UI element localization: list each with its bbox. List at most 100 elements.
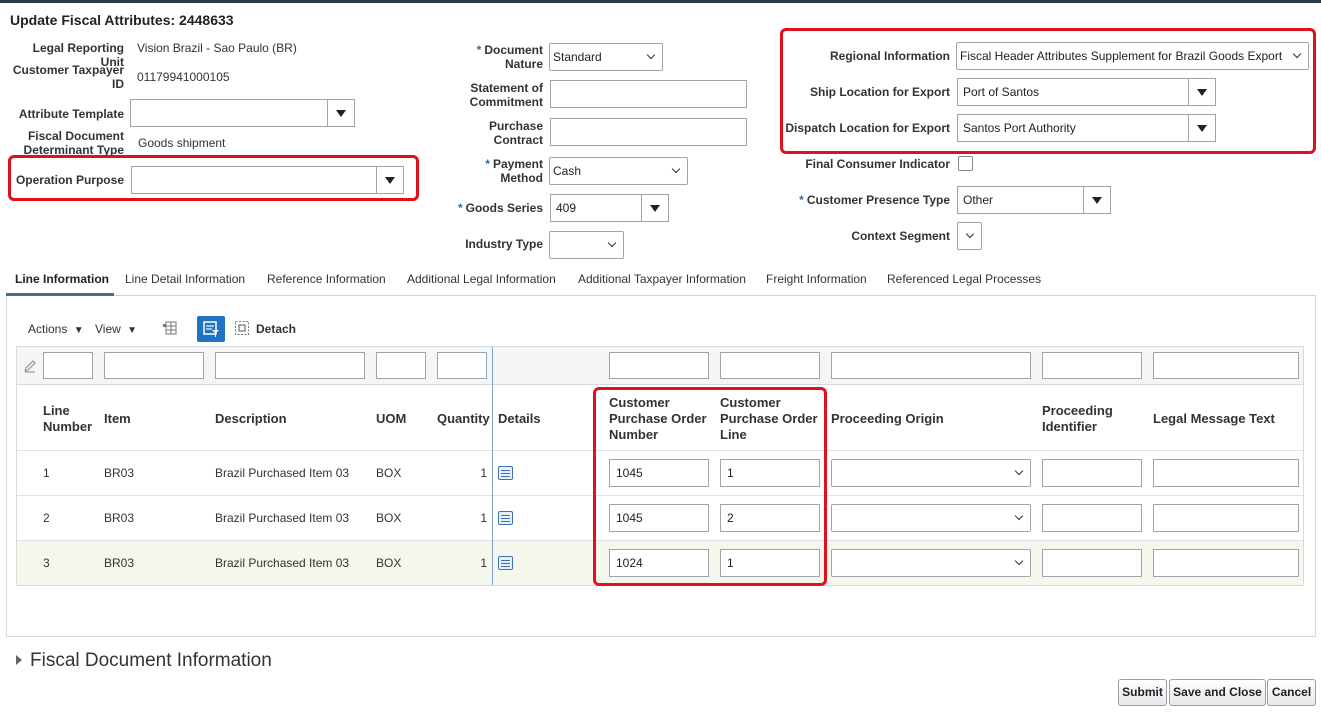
tab-additional-legal-information[interactable]: Additional Legal Information [407,272,556,286]
legal-message-text-input[interactable] [1153,504,1299,532]
submit-button[interactable]: Submit [1118,679,1167,706]
chevron-down-icon: ▼ [73,325,84,336]
customer-presence-type-select[interactable]: Other [957,186,1111,214]
context-segment-label: Context Segment [851,229,950,243]
dropdown-arrow-icon[interactable] [376,167,403,193]
filter-proceeding-identifier[interactable] [1042,352,1142,379]
customer-presence-type-label: * Customer Presence Type [799,193,950,207]
tab-reference-information[interactable]: Reference Information [267,272,386,286]
dropdown-arrow-icon[interactable] [1188,115,1215,141]
statement-of-commitment-input[interactable] [550,80,747,108]
cell-uom: BOX [376,466,402,480]
proceeding-origin-select[interactable] [831,504,1031,532]
filter-description[interactable] [215,352,365,379]
dropdown-arrow-icon[interactable] [641,195,668,221]
filter-cpo-number[interactable] [609,352,709,379]
cpo-number-input[interactable]: 1024 [609,549,709,577]
column-header-quantity[interactable]: Quantity [437,411,490,427]
column-header-description[interactable]: Description [215,411,287,427]
attribute-template-label: Attribute Template [18,107,124,121]
goods-series-label: * Goods Series [457,201,543,215]
cpo-number-input[interactable]: 1045 [609,504,709,532]
filter-line-number[interactable] [43,352,93,379]
filter-quantity[interactable] [437,352,487,379]
table-footer-divider [17,585,1303,586]
statement-of-commitment-label: Statement of Commitment [469,81,543,109]
filter-legal-message-text[interactable] [1153,352,1299,379]
actions-menu[interactable]: Actions ▼ [28,322,84,336]
proceeding-origin-select[interactable] [831,549,1031,577]
proceeding-origin-select[interactable] [831,459,1031,487]
detach-icon[interactable] [234,320,250,336]
detach-button[interactable]: Detach [256,322,296,336]
column-header-proceeding-identifier[interactable]: Proceeding Identifier [1042,403,1113,435]
save-and-close-button[interactable]: Save and Close [1169,679,1266,706]
filter-cpo-line[interactable] [720,352,820,379]
dropdown-arrow-icon[interactable] [1188,79,1215,105]
purchase-contract-label: Purchase Contract [488,119,543,147]
tab-additional-taxpayer-information[interactable]: Additional Taxpayer Information [578,272,746,286]
tab-referenced-legal-processes[interactable]: Referenced Legal Processes [887,272,1041,286]
column-header-legal-message-text[interactable]: Legal Message Text [1153,411,1275,427]
ship-location-select[interactable]: Port of Santos [957,78,1216,106]
tab-line-detail-information[interactable]: Line Detail Information [125,272,245,286]
fiscal-document-information-header[interactable]: Fiscal Document Information [30,650,272,672]
cancel-button[interactable]: Cancel [1267,679,1316,706]
tab-line-information[interactable]: Line Information [15,272,109,286]
legal-message-text-input[interactable] [1153,549,1299,577]
filter-icon [203,321,219,337]
details-icon[interactable] [498,556,513,570]
column-header-uom[interactable]: UOM [376,411,406,427]
context-segment-select[interactable] [957,222,982,250]
legal-message-text-input[interactable] [1153,459,1299,487]
payment-method-select[interactable]: Cash [549,157,688,185]
cpo-number-input[interactable]: 1045 [609,459,709,487]
freeze-columns-icon[interactable] [162,320,178,336]
filter-item[interactable] [104,352,204,379]
column-header-details[interactable]: Details [498,411,541,427]
dropdown-arrow-icon[interactable] [327,100,354,126]
chevron-down-icon [1014,511,1024,521]
cell-description: Brazil Purchased Item 03 [215,511,350,525]
dispatch-location-select[interactable]: Santos Port Authority [957,114,1216,142]
proceeding-identifier-input[interactable] [1042,504,1142,532]
frozen-column-divider [492,347,493,585]
regional-information-select[interactable]: Fiscal Header Attributes Supplement for … [956,42,1309,70]
details-icon[interactable] [498,511,513,525]
query-by-example-button[interactable] [197,316,225,342]
chevron-down-icon [607,238,617,248]
dropdown-arrow-icon[interactable] [1083,187,1110,213]
column-header-proceeding-origin[interactable]: Proceeding Origin [831,411,944,427]
industry-type-select[interactable] [549,231,624,259]
details-icon[interactable] [498,466,513,480]
column-header-cpo-number[interactable]: Customer Purchase Order Number [609,395,707,443]
cpo-line-input[interactable]: 1 [720,459,820,487]
column-header-cpo-line[interactable]: Customer Purchase Order Line [720,395,818,443]
cell-line-number: 1 [43,466,50,480]
operation-purpose-select[interactable] [131,166,404,194]
proceeding-identifier-input[interactable] [1042,549,1142,577]
tab-freight-information[interactable]: Freight Information [766,272,867,286]
view-menu[interactable]: View ▼ [95,322,137,336]
chevron-down-icon [671,164,681,174]
filter-uom[interactable] [376,352,426,379]
fiscal-document-determinant-type-value: Goods shipment [138,136,226,150]
proceeding-identifier-input[interactable] [1042,459,1142,487]
goods-series-select[interactable]: 409 [550,194,669,222]
cell-quantity: 1 [480,511,487,525]
column-header-item[interactable]: Item [104,411,131,427]
cell-line-number: 2 [43,511,50,525]
customer-taxpayer-id-label: Customer Taxpayer ID [12,63,124,91]
cpo-line-input[interactable]: 1 [720,549,820,577]
column-header-line-number[interactable]: Line Number [43,403,92,435]
document-nature-select[interactable]: Standard [549,43,663,71]
chevron-down-icon [965,229,975,239]
payment-method-label: * Payment Method [485,157,543,185]
final-consumer-indicator-checkbox[interactable] [958,156,973,171]
filter-proceeding-origin[interactable] [831,352,1031,379]
cell-description: Brazil Purchased Item 03 [215,556,350,570]
cpo-line-input[interactable]: 2 [720,504,820,532]
purchase-contract-input[interactable] [550,118,747,146]
attribute-template-select[interactable] [130,99,355,127]
disclosure-triangle-icon[interactable] [16,655,22,665]
